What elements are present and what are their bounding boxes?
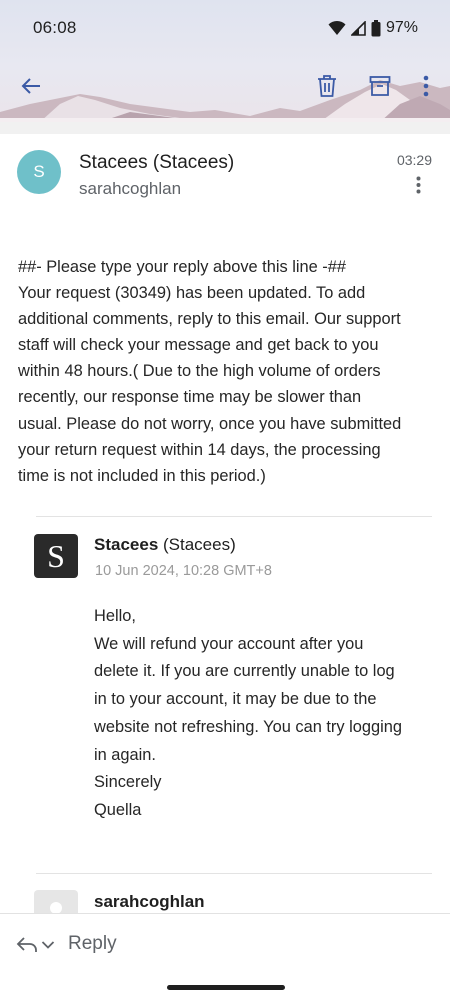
quote-divider <box>36 516 432 517</box>
body-line: additional comments, reply to this email… <box>18 310 401 329</box>
body-line: Your request (30349) has been updated. T… <box>18 284 366 303</box>
quoted-line: Hello, <box>94 607 136 625</box>
body-line: within 48 hours.( Due to the high volume… <box>18 362 381 381</box>
reply-options-button[interactable] <box>16 932 55 958</box>
body-line: time is not included in this period.) <box>18 466 266 485</box>
body-line: recently, our response time may be slowe… <box>18 388 362 407</box>
sender-name[interactable]: Stacees (Stacees) <box>79 152 234 174</box>
quoted-line: in again. <box>94 745 156 764</box>
reply-button[interactable]: Reply <box>68 933 117 955</box>
status-bar: 06:08 97% <box>0 0 450 56</box>
quoted-sender: Stacees (Stacees) <box>94 535 236 555</box>
status-time: 06:08 <box>33 18 77 37</box>
quoted-line: Sincerely <box>94 773 162 792</box>
more-vert-icon <box>423 75 429 97</box>
quoted-sender-avatar: S <box>34 534 78 578</box>
app-header: 06:08 97% <box>0 0 450 122</box>
sender-avatar-letter: S <box>33 162 45 181</box>
sender-recipient[interactable]: sarahcoghlan <box>79 179 181 199</box>
header-divider <box>0 122 450 134</box>
quoted-sender-alias: (Stacees) <box>158 535 236 554</box>
body-line: staff will check your message and get ba… <box>18 336 379 355</box>
more-options-button[interactable] <box>408 68 444 104</box>
toolbar <box>0 66 450 110</box>
battery-percent: 97% <box>385 19 418 36</box>
chevron-down-icon <box>41 941 55 949</box>
delete-icon <box>318 75 336 97</box>
quoted-sender-name: Stacees <box>94 535 159 554</box>
quoted-date: 10 Jun 2024, 10:28 GMT+8 <box>95 563 272 579</box>
back-button[interactable] <box>13 68 49 104</box>
wifi-icon <box>328 20 346 35</box>
status-icons: 97% <box>328 19 418 37</box>
quoted-body: Hello, We will refund your account after… <box>94 603 439 825</box>
message-time: 03:29 <box>396 152 432 168</box>
delete-button[interactable] <box>309 68 345 104</box>
more-vert-icon <box>416 176 420 194</box>
signal-icon <box>350 20 366 36</box>
quoted-line: in to your account, it may be due to the <box>94 690 377 709</box>
message-more-button[interactable] <box>408 174 428 196</box>
battery-icon <box>371 19 381 36</box>
body-line: usual. Please do not worry, once you hav… <box>18 414 402 433</box>
body-line: ##- Please type your reply above this li… <box>18 258 346 276</box>
sender-avatar[interactable]: S <box>17 150 61 194</box>
quoted-line: Quella <box>94 800 142 819</box>
back-arrow-icon <box>21 78 40 94</box>
quote-divider <box>36 873 432 874</box>
quoted-line: delete it. If you are currently unable t… <box>94 662 395 681</box>
reply-icon <box>16 937 37 952</box>
archive-button[interactable] <box>362 68 398 104</box>
quoted-line: We will refund your account after you <box>94 634 364 653</box>
quoted-avatar-letter: S <box>47 537 65 574</box>
message-body: ##- Please type your reply above this li… <box>18 254 438 489</box>
quoted-line: website not refreshing. You can try logg… <box>94 717 402 736</box>
archive-icon <box>369 76 391 96</box>
quoted2-sender: sarahcoghlan <box>94 892 205 911</box>
gesture-home-bar[interactable] <box>167 985 285 990</box>
body-line: your return request within 14 days, the … <box>18 440 381 459</box>
